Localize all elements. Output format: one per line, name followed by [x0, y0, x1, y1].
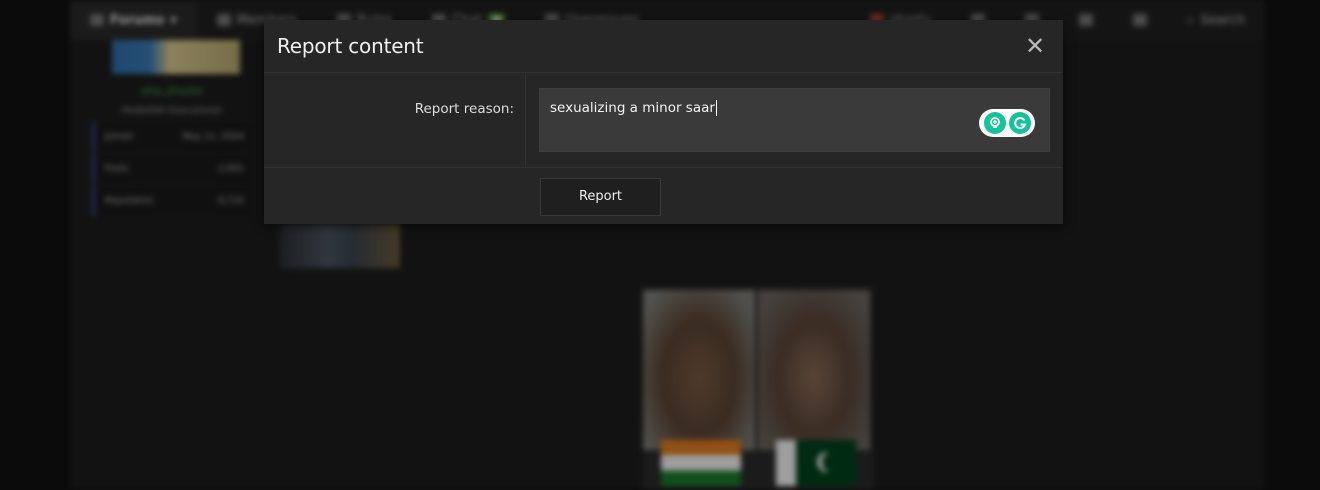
- text-caret: [715, 100, 717, 116]
- reason-text: sexualizing a minor saar: [550, 100, 715, 116]
- close-button[interactable]: ✕: [1023, 34, 1047, 58]
- lightbulb-icon[interactable]: [983, 112, 1006, 134]
- grammarly-widget[interactable]: [979, 109, 1035, 137]
- close-icon: ✕: [1024, 32, 1046, 60]
- report-dialog: Report content ✕ Report reason: sexualiz…: [264, 20, 1063, 224]
- report-reason-textarea[interactable]: sexualizing a minor saar: [539, 88, 1050, 152]
- reason-label: Report reason:: [414, 101, 514, 117]
- dialog-title: Report content: [277, 34, 424, 58]
- report-button[interactable]: Report: [540, 177, 661, 216]
- dialog-body: Report reason: sexualizing a minor saar: [264, 73, 1063, 168]
- dialog-footer: Report: [264, 168, 1063, 225]
- dialog-header: Report content ✕: [264, 20, 1063, 73]
- reason-label-cell: Report reason:: [264, 73, 526, 167]
- reason-input-cell: sexualizing a minor saar: [526, 73, 1063, 167]
- grammarly-logo-icon[interactable]: [1008, 112, 1031, 134]
